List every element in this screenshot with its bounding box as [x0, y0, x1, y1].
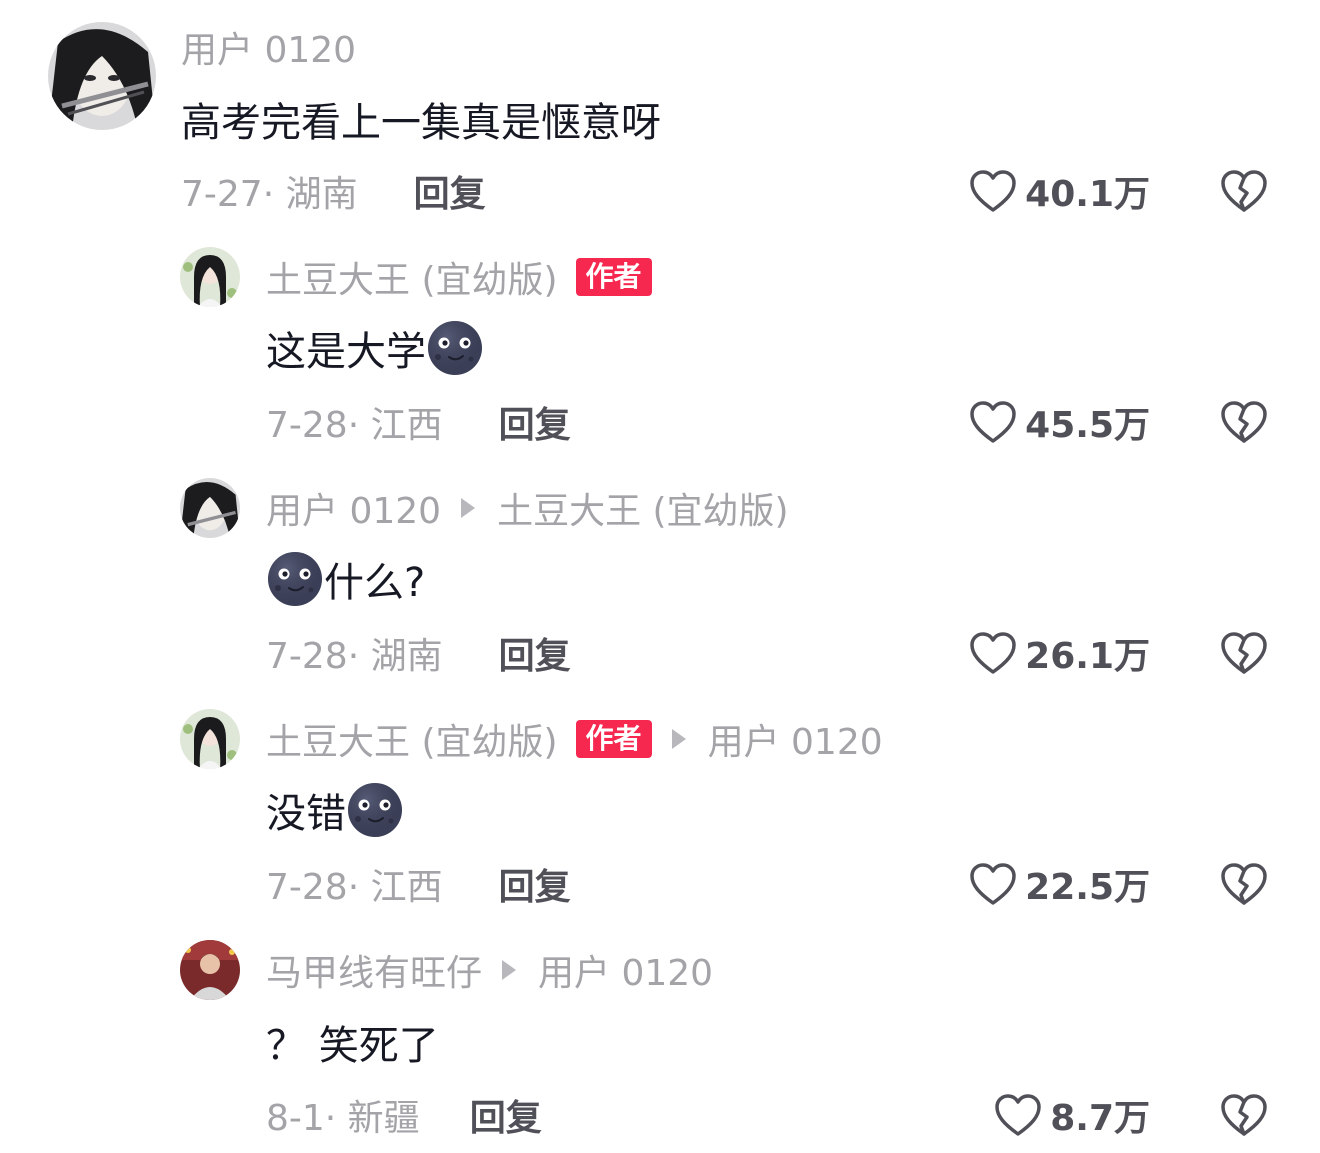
- reply-to-username[interactable]: 土豆大王 (宜幼版): [497, 482, 789, 534]
- comment-date-location: 7-28· 湖南: [266, 636, 443, 677]
- moon-face-emoji: [426, 319, 484, 377]
- dislike-button[interactable]: [1220, 631, 1268, 675]
- reply-to-arrow-icon: [671, 729, 686, 749]
- comment-date-location: 8-1· 新疆: [266, 1098, 420, 1139]
- like-count: 8.7万: [1050, 1098, 1150, 1139]
- username[interactable]: 土豆大王 (宜幼版): [266, 713, 558, 765]
- heart-outline-icon: [994, 1093, 1042, 1137]
- comment-date-location: 7-28· 江西: [266, 405, 443, 446]
- reply-button[interactable]: 回复: [499, 858, 571, 910]
- comment-date-location: 7-28· 江西: [266, 867, 443, 908]
- broken-heart-icon: [1220, 400, 1268, 444]
- avatar[interactable]: [48, 22, 156, 130]
- reply-to-arrow-icon: [461, 498, 476, 518]
- like-count: 45.5万: [1025, 405, 1150, 446]
- like-button[interactable]: 8.7万: [994, 1090, 1150, 1140]
- comment-text: 什么?: [324, 560, 426, 606]
- author-badge: 作者: [575, 720, 652, 758]
- avatar[interactable]: [180, 940, 240, 1000]
- comment-text: ？ 笑死了: [266, 1023, 439, 1069]
- broken-heart-icon: [1220, 631, 1268, 675]
- like-button[interactable]: 40.1万: [969, 166, 1150, 216]
- comment-text: 这是大学: [266, 329, 426, 375]
- dislike-button[interactable]: [1220, 1093, 1268, 1137]
- reply-button[interactable]: 回复: [414, 165, 486, 217]
- moon-face-emoji: [266, 550, 324, 608]
- avatar[interactable]: [180, 478, 240, 538]
- dislike-button[interactable]: [1220, 400, 1268, 444]
- like-count: 22.5万: [1025, 867, 1150, 908]
- moon-face-emoji: [346, 781, 404, 839]
- like-button[interactable]: 26.1万: [969, 628, 1150, 678]
- heart-outline-icon: [969, 631, 1017, 675]
- reply-button[interactable]: 回复: [470, 1089, 542, 1141]
- author-badge: 作者: [575, 258, 652, 296]
- avatar[interactable]: [180, 709, 240, 769]
- reply-button[interactable]: 回复: [499, 396, 571, 448]
- reply-to-username[interactable]: 用户 0120: [538, 944, 713, 996]
- heart-outline-icon: [969, 400, 1017, 444]
- reply-to-username[interactable]: 用户 0120: [708, 713, 883, 765]
- comment-text: 没错: [266, 791, 346, 837]
- reply-button[interactable]: 回复: [499, 627, 571, 679]
- comment-text: 高考完看上一集真是惬意呀: [181, 100, 661, 146]
- username[interactable]: 土豆大王 (宜幼版): [266, 251, 558, 303]
- dislike-button[interactable]: [1220, 169, 1268, 213]
- broken-heart-icon: [1220, 1093, 1268, 1137]
- reply-to-arrow-icon: [502, 960, 517, 980]
- username[interactable]: 马甲线有旺仔: [266, 944, 482, 996]
- broken-heart-icon: [1220, 862, 1268, 906]
- like-button[interactable]: 45.5万: [969, 397, 1150, 447]
- username[interactable]: 用户 0120: [181, 21, 356, 73]
- like-count: 26.1万: [1025, 636, 1150, 677]
- avatar[interactable]: [180, 247, 240, 307]
- username[interactable]: 用户 0120: [266, 482, 441, 534]
- heart-outline-icon: [969, 862, 1017, 906]
- dislike-button[interactable]: [1220, 862, 1268, 906]
- broken-heart-icon: [1220, 169, 1268, 213]
- like-button[interactable]: 22.5万: [969, 859, 1150, 909]
- comment-date-location: 7-27· 湖南: [181, 174, 358, 215]
- like-count: 40.1万: [1025, 174, 1150, 215]
- heart-outline-icon: [969, 169, 1017, 213]
